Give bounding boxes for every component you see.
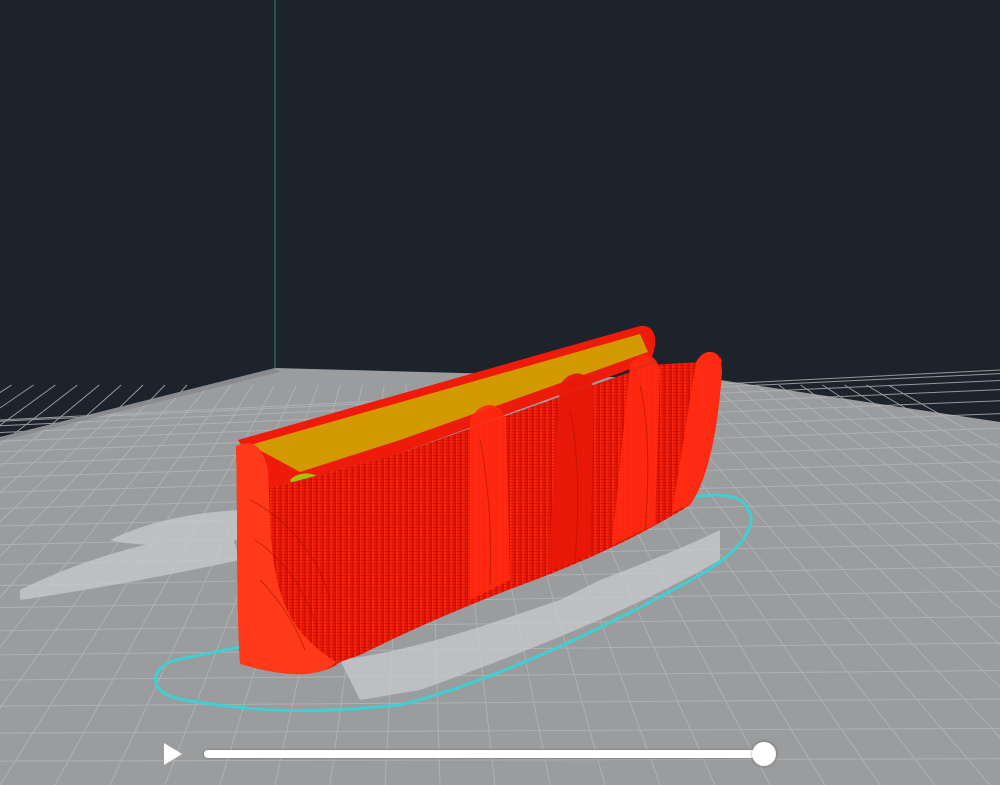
3d-viewport[interactable] (0, 0, 1000, 785)
play-button[interactable] (160, 741, 188, 767)
simulation-controls (160, 737, 780, 771)
simulation-progress-slider[interactable] (204, 742, 776, 766)
build-volume-scene[interactable] (0, 0, 1000, 785)
simulation-progress-fill (204, 750, 764, 758)
play-icon (164, 743, 182, 765)
simulation-progress-thumb[interactable] (752, 742, 776, 766)
